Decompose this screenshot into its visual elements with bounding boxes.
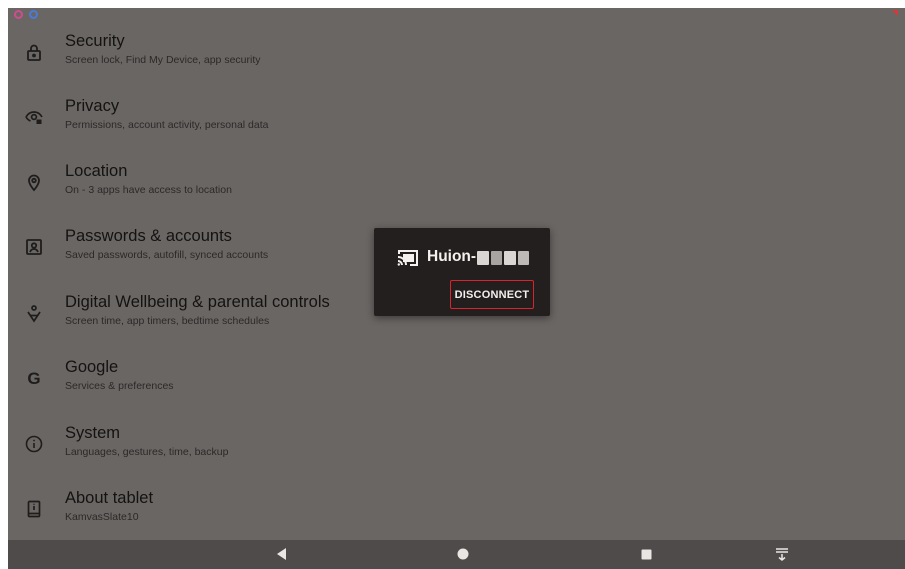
settings-item-subtitle: On - 3 apps have access to location: [65, 184, 232, 196]
recents-square-icon[interactable]: [636, 546, 656, 562]
settings-item-title: Security: [65, 32, 125, 50]
settings-item-location[interactable]: Location On - 3 apps have access to loca…: [8, 160, 608, 225]
google-g-icon: G: [24, 368, 44, 388]
tablet-icon: [24, 499, 44, 519]
disconnect-button[interactable]: DISCONNECT: [450, 280, 534, 309]
settings-item-title: Digital Wellbeing & parental controls: [65, 293, 330, 311]
location-pin-icon: [24, 172, 44, 192]
settings-item-title: Google: [65, 358, 119, 376]
settings-item-title: Passwords & accounts: [65, 227, 232, 245]
settings-item-subtitle: KamvasSlate10: [65, 511, 139, 523]
settings-item-security[interactable]: Security Screen lock, Find My Device, ap…: [8, 30, 608, 95]
info-icon: [24, 434, 44, 454]
notification-icon: [14, 10, 23, 19]
settings-item-subtitle: Permissions, account activity, personal …: [65, 119, 269, 131]
settings-item-title: Privacy: [65, 97, 120, 115]
nav-extra-icon[interactable]: [772, 546, 792, 562]
svg-text:G: G: [27, 369, 40, 388]
cast-device-name: Huion-: [427, 248, 477, 265]
settings-item-subtitle: Saved passwords, autofill, synced accoun…: [65, 249, 269, 261]
screen: Security Screen lock, Find My Device, ap…: [8, 8, 905, 569]
settings-item-google[interactable]: G Google Services & preferences: [8, 356, 608, 421]
redacted-device-suffix: [477, 251, 529, 265]
lock-icon: [24, 42, 44, 62]
settings-item-subtitle: Services & preferences: [65, 380, 174, 392]
settings-item-subtitle: Screen lock, Find My Device, app securit…: [65, 54, 261, 66]
account-box-icon: [24, 237, 44, 257]
cast-connected-icon: [396, 248, 420, 268]
status-bar: [8, 8, 905, 24]
wellbeing-icon: [24, 303, 44, 323]
privacy-eye-icon: [24, 107, 44, 127]
settings-item-subtitle: Screen time, app timers, bedtime schedul…: [65, 315, 270, 327]
home-circle-icon[interactable]: [453, 546, 473, 562]
settings-item-privacy[interactable]: Privacy Permissions, account activity, p…: [8, 95, 608, 160]
notification-icon: [29, 10, 38, 19]
settings-item-title: Location: [65, 162, 128, 180]
signal-icon: [892, 10, 898, 16]
settings-item-subtitle: Languages, gestures, time, backup: [65, 446, 229, 458]
navigation-bar: [8, 540, 905, 569]
cast-dialog: Huion- DISCONNECT: [374, 228, 550, 316]
settings-item-system[interactable]: System Languages, gestures, time, backup: [8, 422, 608, 487]
settings-item-title: About tablet: [65, 489, 154, 507]
settings-item-title: System: [65, 424, 121, 442]
back-triangle-icon[interactable]: [271, 546, 291, 562]
